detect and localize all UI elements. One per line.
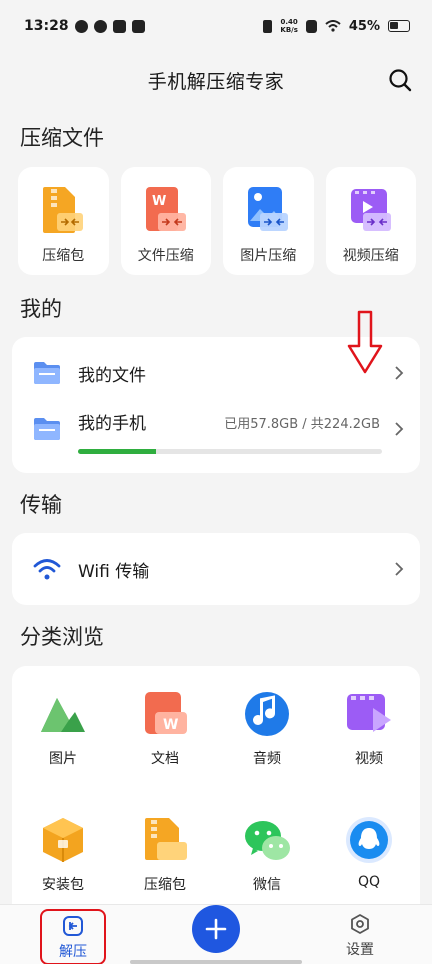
status-time: 13:28	[24, 18, 69, 34]
unzip-icon	[63, 916, 83, 936]
wechat-icon	[245, 821, 290, 860]
crown-icon	[74, 19, 88, 33]
browse-item-qq[interactable]: QQ	[318, 816, 420, 890]
wifi-icon	[33, 559, 61, 580]
row-label: Wifi 传输	[78, 561, 150, 582]
folder-icon	[34, 418, 60, 440]
status-bar: 13:28 0.40 KB/s 45%	[0, 0, 432, 52]
storage-usage: 已用57.8GB / 共224.2GB	[224, 417, 380, 432]
tab-settings[interactable]: 设置	[330, 913, 390, 959]
card-zip-package[interactable]: 压缩包	[18, 167, 109, 275]
browse-grid: 图片 W 文档 音频 视频 安装包 压缩包 微信 QQ	[12, 666, 420, 906]
battery-percent: 45%	[348, 18, 380, 34]
browse-label: 图片	[49, 751, 77, 767]
app-header: 手机解压缩专家	[0, 62, 432, 98]
mountain-image-icon	[41, 698, 85, 732]
chevron-right-icon	[395, 422, 404, 436]
music-icon	[245, 692, 289, 736]
battery-icon	[388, 20, 410, 32]
compress-cards: 压缩包 W 文件压缩 图片压缩 视频压缩	[18, 167, 416, 275]
browse-label: 微信	[253, 877, 281, 893]
home-indicator	[130, 960, 302, 964]
browse-label: QQ	[357, 874, 381, 890]
section-title-mine: 我的	[20, 297, 62, 321]
browse-label: 音频	[253, 751, 281, 767]
plus-icon	[205, 918, 227, 940]
video-icon	[350, 189, 391, 231]
bottom-nav: 解压 设置	[0, 904, 432, 964]
card-video-compress[interactable]: 视频压缩	[325, 167, 416, 275]
browse-label: 文档	[151, 751, 179, 767]
zip-package-icon	[145, 818, 187, 860]
add-button[interactable]	[192, 905, 240, 953]
tab-unzip[interactable]: 解压	[40, 909, 106, 964]
vibrate-icon	[263, 19, 273, 33]
document-icon: W	[145, 692, 187, 734]
storage-progress-bar	[78, 449, 382, 454]
section-title-browse: 分类浏览	[20, 625, 104, 649]
svg-text:W: W	[152, 194, 166, 209]
section-title-compress: 压缩文件	[20, 126, 104, 150]
browse-label: 压缩包	[144, 877, 186, 893]
page-title: 手机解压缩专家	[147, 70, 285, 93]
browse-item-audio[interactable]: 音频	[216, 690, 318, 768]
card-image-compress[interactable]: 图片压缩	[223, 167, 314, 275]
card-label: 图片压缩	[240, 248, 297, 264]
section-title-transfer: 传输	[20, 493, 62, 517]
wifi-signal-icon	[325, 20, 341, 32]
network-speed: 0.40 KB/s	[280, 18, 298, 34]
row-label: 我的文件	[78, 365, 146, 386]
tab-label: 设置	[346, 942, 374, 958]
browse-label: 视频	[355, 751, 383, 767]
storage-progress-fill	[78, 449, 157, 454]
search-icon[interactable]	[388, 68, 412, 92]
browse-item-wechat[interactable]: 微信	[216, 816, 318, 894]
message-icon	[112, 19, 126, 33]
video-icon	[347, 694, 391, 732]
word-document-icon: W	[145, 187, 186, 231]
chevron-right-icon	[395, 562, 404, 576]
browse-item-images[interactable]: 图片	[12, 690, 114, 768]
svg-text:W: W	[163, 717, 178, 733]
card-label: 压缩包	[42, 248, 85, 264]
row-label: 我的手机	[78, 414, 146, 434]
browse-item-zip[interactable]: 压缩包	[114, 816, 216, 894]
card-label: 视频压缩	[342, 248, 399, 264]
no-sim-icon	[305, 19, 317, 33]
card-label: 文件压缩	[137, 248, 194, 264]
calendar-icon	[131, 19, 145, 33]
tab-label: 解压	[59, 944, 87, 960]
settings-icon	[351, 914, 369, 934]
qq-icon	[346, 817, 392, 863]
browse-item-video[interactable]: 视频	[318, 690, 420, 768]
app-notification-icon	[93, 19, 107, 33]
chevron-right-icon	[395, 366, 404, 380]
folder-icon	[34, 362, 60, 384]
transfer-panel: Wifi 传输	[12, 533, 420, 605]
card-file-compress[interactable]: W 文件压缩	[120, 167, 211, 275]
zip-package-icon	[43, 187, 84, 233]
browse-item-apk[interactable]: 安装包	[12, 816, 114, 894]
package-box-icon	[43, 818, 83, 862]
browse-item-documents[interactable]: W 文档	[114, 690, 216, 768]
row-wifi-transfer[interactable]: Wifi 传输	[12, 541, 420, 597]
annotation-arrow-icon	[347, 310, 383, 374]
image-icon	[248, 187, 289, 231]
browse-label: 安装包	[42, 877, 84, 893]
